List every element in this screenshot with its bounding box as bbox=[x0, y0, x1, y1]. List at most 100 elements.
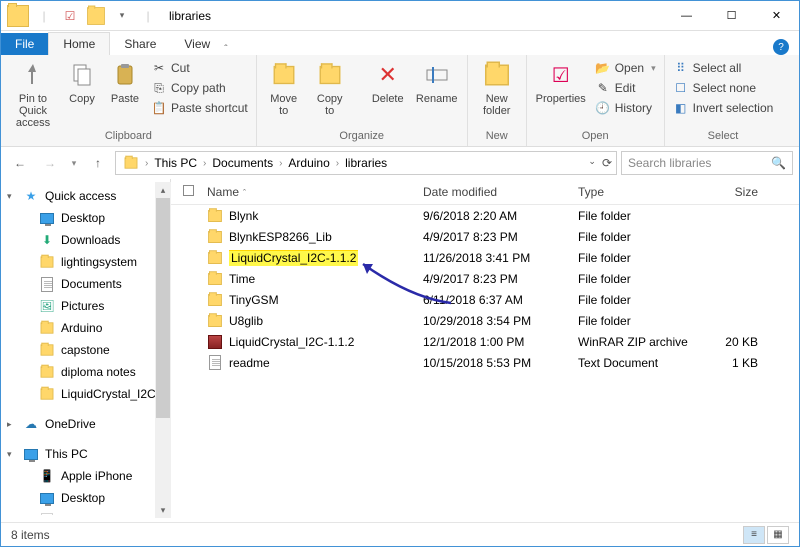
rename-button[interactable]: Rename bbox=[413, 59, 461, 105]
folder-app-icon bbox=[7, 5, 29, 27]
nav-pc-desktop[interactable]: Desktop bbox=[1, 487, 170, 509]
maximize-button[interactable]: ☐ bbox=[709, 1, 754, 31]
delete-icon: ✕ bbox=[372, 59, 404, 91]
cut-button[interactable]: ✂Cut bbox=[149, 59, 250, 77]
edit-icon: ✎ bbox=[595, 80, 611, 96]
address-bar-row: ← → ▾ ↑ › This PC › Documents › Arduino … bbox=[1, 147, 799, 179]
crumb-arduino[interactable]: Arduino bbox=[285, 156, 332, 170]
search-input[interactable]: Search libraries 🔍 bbox=[621, 151, 793, 175]
nav-pictures[interactable]: 🖼Pictures bbox=[1, 295, 170, 317]
open-button[interactable]: 📂Open▾ bbox=[593, 59, 658, 77]
crumb-root-icon[interactable] bbox=[120, 156, 142, 170]
help-button[interactable]: ? bbox=[773, 39, 789, 55]
crumb-sep[interactable]: › bbox=[142, 158, 151, 169]
nav-quick-access[interactable]: ▾★Quick access bbox=[1, 185, 170, 207]
navigation-pane[interactable]: ▾★Quick access Desktop ⬇Downloads lighti… bbox=[1, 179, 171, 515]
col-checkbox[interactable] bbox=[183, 185, 207, 199]
crumb-thispc[interactable]: This PC bbox=[151, 156, 200, 170]
nav-downloads[interactable]: ⬇Downloads bbox=[1, 229, 170, 251]
onedrive-icon: ☁ bbox=[23, 416, 39, 432]
tab-file[interactable]: File bbox=[1, 33, 48, 55]
properties-button[interactable]: ☑ Properties bbox=[533, 59, 589, 105]
nav-lightingsystem[interactable]: lightingsystem bbox=[1, 251, 170, 273]
minimize-button[interactable]: — bbox=[664, 1, 709, 31]
file-date: 11/26/2018 3:41 PM bbox=[423, 251, 578, 265]
folder-icon bbox=[207, 292, 223, 308]
newfolder-icon bbox=[481, 59, 513, 91]
file-type: WinRAR ZIP archive bbox=[578, 335, 706, 349]
file-size: 20 KB bbox=[706, 335, 766, 349]
table-row[interactable]: BlynkESP8266_Lib4/9/2017 8:23 PMFile fol… bbox=[171, 226, 799, 247]
table-row[interactable]: readme10/15/2018 5:53 PMText Document1 K… bbox=[171, 352, 799, 373]
col-size-header[interactable]: Size bbox=[706, 185, 766, 199]
paste-shortcut-button[interactable]: 📋Paste shortcut bbox=[149, 99, 250, 117]
nav-capstone[interactable]: capstone bbox=[1, 339, 170, 361]
pin-to-quick-access-button[interactable]: Pin to Quick access bbox=[7, 59, 59, 129]
table-row[interactable]: TinyGSM6/11/2018 6:37 AMFile folder bbox=[171, 289, 799, 310]
nav-forward-button[interactable]: → bbox=[37, 150, 63, 176]
crumb-sep[interactable]: › bbox=[276, 158, 285, 169]
move-to-button[interactable]: Move to bbox=[263, 59, 305, 117]
col-date-header[interactable]: Date modified bbox=[423, 185, 578, 199]
tab-home[interactable]: Home bbox=[48, 32, 110, 55]
nav-recent-dropdown[interactable]: ▾ bbox=[67, 150, 81, 176]
select-all-button[interactable]: ⠿Select all bbox=[671, 59, 776, 77]
table-row[interactable]: Time4/9/2017 8:23 PMFile folder bbox=[171, 268, 799, 289]
documents-icon bbox=[39, 276, 55, 292]
close-button[interactable]: ✕ bbox=[754, 1, 799, 31]
addr-dropdown-icon[interactable]: ⌄ bbox=[588, 156, 596, 170]
navpane-scrollbar[interactable]: ▴ ▾ bbox=[155, 182, 171, 518]
col-type-header[interactable]: Type bbox=[578, 185, 706, 199]
view-details-button[interactable]: ≡ bbox=[743, 526, 765, 544]
view-large-icons-button[interactable]: ▦ bbox=[767, 526, 789, 544]
crumb-sep[interactable]: › bbox=[333, 158, 342, 169]
group-open-label: Open bbox=[533, 130, 658, 144]
table-row[interactable]: Blynk9/6/2018 2:20 AMFile folder bbox=[171, 205, 799, 226]
content-area: ▾★Quick access Desktop ⬇Downloads lighti… bbox=[1, 179, 799, 515]
table-row[interactable]: LiquidCrystal_I2C-1.1.211/26/2018 3:41 P… bbox=[171, 247, 799, 268]
ribbon-expand-icon[interactable]: ˆ bbox=[224, 44, 227, 55]
invert-selection-button[interactable]: ◧Invert selection bbox=[671, 99, 776, 117]
select-none-button[interactable]: ☐Select none bbox=[671, 79, 776, 97]
nav-up-button[interactable]: ↑ bbox=[85, 150, 111, 176]
tab-share[interactable]: Share bbox=[110, 33, 170, 55]
table-row[interactable]: U8glib10/29/2018 3:54 PMFile folder bbox=[171, 310, 799, 331]
new-folder-button[interactable]: New folder bbox=[474, 59, 520, 117]
scroll-down-icon[interactable]: ▾ bbox=[155, 502, 171, 518]
qat-newfolder-icon[interactable] bbox=[85, 5, 107, 27]
edit-button[interactable]: ✎Edit bbox=[593, 79, 658, 97]
crumb-libraries[interactable]: libraries bbox=[342, 156, 390, 170]
copy-path-button[interactable]: ⎘Copy path bbox=[149, 79, 250, 97]
paste-button[interactable]: Paste bbox=[105, 59, 145, 105]
nav-liquidcrystal[interactable]: LiquidCrystal_I2C bbox=[1, 383, 170, 405]
nav-diploma-notes[interactable]: diploma notes bbox=[1, 361, 170, 383]
history-button[interactable]: 🕘History bbox=[593, 99, 658, 117]
crumb-sep[interactable]: › bbox=[200, 158, 209, 169]
nav-documents[interactable]: Documents bbox=[1, 273, 170, 295]
pasteshortcut-icon: 📋 bbox=[151, 100, 167, 116]
nav-back-button[interactable]: ← bbox=[7, 150, 33, 176]
scroll-thumb[interactable] bbox=[156, 198, 170, 418]
downloads-icon: ⬇ bbox=[39, 232, 55, 248]
scroll-up-icon[interactable]: ▴ bbox=[155, 182, 171, 198]
qat-dropdown-icon[interactable]: ▾ bbox=[111, 5, 133, 27]
table-row[interactable]: LiquidCrystal_I2C-1.1.212/1/2018 1:00 PM… bbox=[171, 331, 799, 352]
address-bar[interactable]: › This PC › Documents › Arduino › librar… bbox=[115, 151, 617, 175]
nav-arduino[interactable]: Arduino bbox=[1, 317, 170, 339]
copy-button[interactable]: Copy bbox=[63, 59, 101, 105]
nav-onedrive[interactable]: ▸☁OneDrive bbox=[1, 413, 170, 435]
refresh-button[interactable]: ⟳ bbox=[602, 156, 612, 170]
tab-view[interactable]: View bbox=[170, 33, 224, 55]
qat-properties-icon[interactable]: ☑ bbox=[59, 5, 81, 27]
crumb-documents[interactable]: Documents bbox=[209, 156, 276, 170]
nav-apple-iphone[interactable]: 📱Apple iPhone bbox=[1, 465, 170, 487]
file-type: File folder bbox=[578, 272, 706, 286]
copy-to-button[interactable]: Copy to bbox=[309, 59, 351, 117]
col-name-header[interactable]: Nameˆ bbox=[207, 185, 423, 199]
folder-icon bbox=[207, 271, 223, 287]
nav-desktop[interactable]: Desktop bbox=[1, 207, 170, 229]
nav-pc-documents[interactable]: Documents bbox=[1, 509, 170, 515]
file-name: Time bbox=[229, 272, 255, 286]
delete-button[interactable]: ✕ Delete bbox=[367, 59, 409, 105]
nav-thispc[interactable]: ▾This PC bbox=[1, 443, 170, 465]
